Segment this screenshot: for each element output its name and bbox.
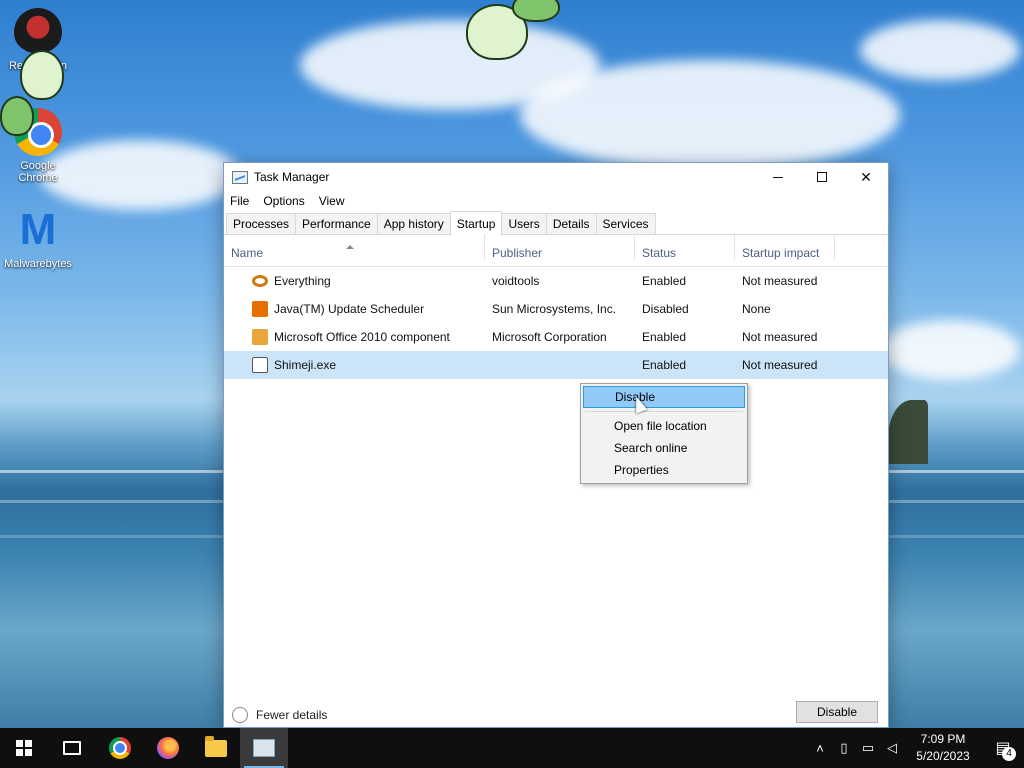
- exe-icon: [252, 357, 268, 373]
- fewer-details-label: Fewer details: [256, 708, 328, 722]
- row-impact: Not measured: [742, 274, 818, 288]
- tab-startup[interactable]: Startup: [449, 211, 503, 235]
- row-publisher: Sun Microsystems, Inc.: [492, 302, 617, 316]
- close-button[interactable]: ✕: [844, 163, 888, 191]
- row-name: Shimeji.exe: [274, 358, 337, 372]
- shimeji-mascot[interactable]: [512, 0, 560, 22]
- desktop-icon-label: Google Chrome: [18, 160, 58, 184]
- context-menu-properties[interactable]: Properties: [583, 459, 745, 481]
- column-headers: Name Publisher Status Startup impact: [224, 234, 888, 267]
- row-name: Microsoft Office 2010 component: [274, 330, 450, 344]
- recycle-bin-icon: [14, 8, 62, 56]
- task-manager-window: Task Manager ✕ File Options View Process…: [223, 162, 889, 728]
- action-center-button[interactable]: ▤ 4: [982, 728, 1024, 768]
- network-icon[interactable]: ▭: [856, 740, 880, 756]
- chevron-up-icon[interactable]: ˄: [808, 741, 832, 756]
- shimeji-mascot[interactable]: [0, 96, 34, 136]
- table-row[interactable]: Java(TM) Update Scheduler Sun Microsyste…: [224, 295, 888, 323]
- row-name: Java(TM) Update Scheduler: [274, 302, 425, 316]
- system-tray: ˄ ▯ ▭ ◁ 7:09 PM 5/20/2023 ▤ 4: [808, 728, 1024, 768]
- window-title: Task Manager: [254, 170, 330, 184]
- tab-services[interactable]: Services: [595, 213, 656, 234]
- tab-users[interactable]: Users: [501, 213, 547, 234]
- menu-file[interactable]: File: [230, 194, 249, 208]
- table-row[interactable]: Shimeji.exe Enabled Not measured: [224, 351, 888, 379]
- context-menu-separator: [585, 411, 743, 412]
- context-menu: Disable Open file location Search online…: [580, 383, 748, 484]
- taskbar-task-manager[interactable]: [240, 728, 288, 768]
- taskbar-firefox[interactable]: [144, 728, 192, 768]
- taskbar: ˄ ▯ ▭ ◁ 7:09 PM 5/20/2023 ▤ 4: [0, 728, 1024, 768]
- java-icon: [252, 301, 268, 317]
- minimize-icon: [773, 176, 783, 178]
- task-manager-icon: [232, 170, 248, 184]
- row-publisher: Microsoft Corporation: [492, 330, 607, 344]
- disable-button[interactable]: Disable: [796, 701, 878, 723]
- office-icon: [252, 329, 268, 345]
- title-bar[interactable]: Task Manager ✕: [224, 163, 888, 191]
- row-name: Everything: [274, 274, 331, 288]
- maximize-icon: [817, 172, 827, 182]
- task-view-icon: [63, 741, 81, 755]
- row-publisher: voidtools: [492, 274, 540, 288]
- window-footer: Fewer details Disable: [224, 701, 888, 727]
- context-menu-search-online[interactable]: Search online: [583, 437, 745, 459]
- folder-icon: [205, 735, 227, 757]
- menu-view[interactable]: View: [319, 194, 345, 208]
- collapse-icon: [232, 707, 248, 723]
- row-status: Enabled: [642, 358, 687, 372]
- row-status: Enabled: [642, 274, 687, 288]
- tab-performance[interactable]: Performance: [295, 213, 378, 234]
- tab-strip: Processes Performance App history Startu…: [224, 211, 888, 235]
- table-row[interactable]: Everything voidtools Enabled Not measure…: [224, 267, 888, 295]
- column-header-publisher[interactable]: Publisher: [485, 234, 635, 260]
- row-impact: Not measured: [742, 330, 818, 344]
- row-status: Enabled: [642, 330, 687, 344]
- column-header-name[interactable]: Name: [224, 234, 485, 260]
- task-view-button[interactable]: [48, 728, 96, 768]
- taskbar-chrome[interactable]: [96, 728, 144, 768]
- task-manager-icon: [253, 739, 275, 757]
- malwarebytes-icon: M: [19, 205, 57, 254]
- column-header-startup-impact[interactable]: Startup impact: [735, 234, 835, 260]
- minimize-button[interactable]: [756, 163, 800, 191]
- start-button[interactable]: [0, 728, 48, 768]
- row-impact: None: [742, 302, 771, 316]
- clock[interactable]: 7:09 PM 5/20/2023: [904, 731, 982, 765]
- sort-ascending-icon: [346, 245, 354, 249]
- maximize-button[interactable]: [800, 163, 844, 191]
- clock-time: 7:09 PM: [920, 732, 966, 746]
- close-icon: ✕: [860, 168, 872, 185]
- search-icon: [252, 275, 268, 287]
- tab-app-history[interactable]: App history: [376, 213, 451, 234]
- tablet-icon[interactable]: ▯: [832, 740, 856, 756]
- taskbar-file-explorer[interactable]: [192, 728, 240, 768]
- column-header-status[interactable]: Status: [635, 234, 735, 260]
- menu-bar: File Options View: [224, 191, 888, 211]
- desktop-icon-malwarebytes[interactable]: M Malwarebytes: [0, 205, 76, 271]
- tab-processes[interactable]: Processes: [226, 213, 297, 234]
- windows-logo-icon: [16, 740, 32, 756]
- row-impact: Not measured: [742, 358, 818, 372]
- fewer-details-link[interactable]: Fewer details: [232, 707, 327, 723]
- tab-details[interactable]: Details: [545, 213, 597, 234]
- context-menu-open-file-location[interactable]: Open file location: [583, 415, 745, 437]
- shimeji-mascot[interactable]: [20, 50, 64, 100]
- desktop-icon-label: Malwarebytes: [4, 258, 72, 270]
- clock-date: 5/20/2023: [916, 749, 970, 763]
- menu-options[interactable]: Options: [263, 194, 304, 208]
- volume-icon[interactable]: ◁: [880, 740, 904, 756]
- row-status: Disabled: [642, 302, 689, 316]
- context-menu-disable[interactable]: Disable: [583, 386, 745, 408]
- startup-list: Everything voidtools Enabled Not measure…: [224, 267, 888, 379]
- table-row[interactable]: Microsoft Office 2010 component Microsof…: [224, 323, 888, 351]
- chrome-icon: [109, 737, 131, 759]
- notification-badge: 4: [1002, 747, 1016, 761]
- firefox-icon: [157, 737, 179, 759]
